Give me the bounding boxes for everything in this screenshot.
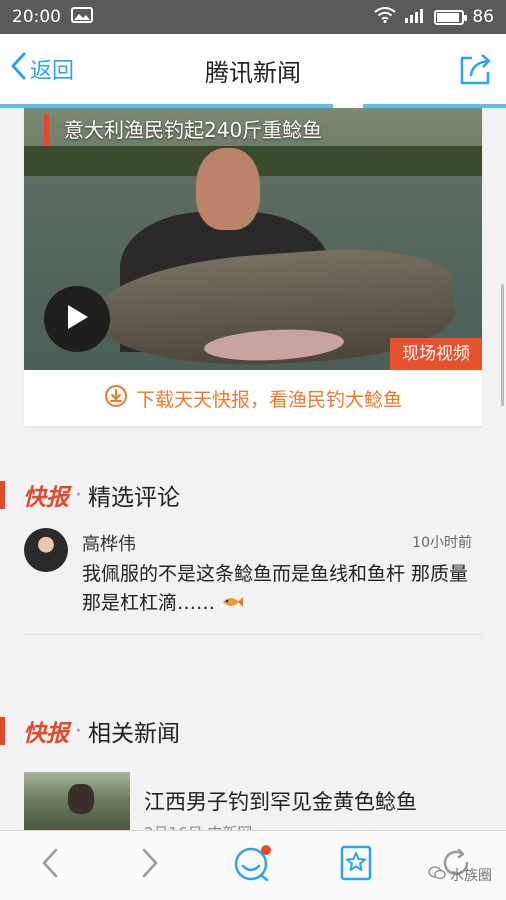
related-heading: 快报 · 相关新闻: [0, 714, 180, 748]
live-video-badge: 现场视频: [390, 338, 482, 370]
nav-bar: 返回 腾讯新闻: [0, 34, 506, 106]
download-app-link[interactable]: 下载天天快报，看渔民钓大鲶鱼: [24, 370, 482, 426]
status-right: 86: [374, 6, 494, 28]
watermark: 水族圈: [428, 865, 492, 885]
fish-emoji-icon: [221, 592, 244, 614]
back-label: 返回: [30, 59, 75, 84]
watermark-text: 水族圈: [450, 868, 492, 884]
share-button[interactable]: [458, 52, 494, 90]
bottom-toolbar: 水族圈: [0, 830, 506, 900]
avatar[interactable]: [24, 528, 68, 572]
image-icon: [71, 6, 93, 28]
screen: 20:00 86 返回 腾讯新闻 意大利渔民钓起240斤重鲶鱼 现场视频 下载天…: [0, 0, 506, 900]
brand-logo: 快报: [23, 484, 69, 511]
back-button[interactable]: 返回: [10, 52, 74, 86]
play-icon: [64, 303, 90, 335]
video-title: 意大利渔民钓起240斤重鲶鱼: [64, 118, 323, 142]
comment-text: 我佩服的不是这条鲶鱼而是鱼线和鱼杆 那质量那是杠杠滴……: [82, 560, 482, 618]
next-button[interactable]: [130, 845, 170, 885]
comment-user[interactable]: 高桦伟: [82, 530, 136, 556]
news-title[interactable]: 江西男子钓到罕见金黄色鲶鱼: [144, 786, 417, 816]
comment-bubble-icon: [231, 842, 273, 888]
battery-level: 86: [472, 7, 494, 27]
favorite-button[interactable]: [336, 845, 376, 885]
comment-time: 10小时前: [412, 535, 472, 551]
battery-icon: [434, 9, 468, 25]
video-card[interactable]: 意大利渔民钓起240斤重鲶鱼 现场视频 下载天天快报，看渔民钓大鲶鱼: [24, 108, 482, 426]
divider: [24, 634, 482, 635]
comment-text-content: 我佩服的不是这条鲶鱼而是鱼线和鱼杆 那质量那是杠杠滴……: [82, 563, 469, 614]
download-icon: [104, 384, 128, 413]
star-bookmark-icon: [340, 845, 372, 885]
news-thumbnail: [24, 772, 130, 832]
status-bar: 20:00 86: [0, 0, 506, 34]
comments-button[interactable]: [232, 845, 272, 885]
wifi-icon: [374, 6, 396, 28]
page-title: 腾讯新闻: [205, 58, 301, 87]
wechat-icon: [428, 866, 446, 884]
scrollbar[interactable]: [501, 284, 504, 406]
comments-heading: 快报 · 精选评论: [0, 478, 180, 512]
status-time: 20:00: [12, 7, 61, 27]
play-button[interactable]: [44, 286, 110, 352]
comments-heading-label: 精选评论: [88, 485, 180, 511]
video-thumbnail[interactable]: 意大利渔民钓起240斤重鲶鱼 现场视频: [24, 108, 482, 370]
prev-button[interactable]: [30, 845, 70, 885]
download-text: 下载天天快报，看渔民钓大鲶鱼: [135, 388, 402, 411]
brand-logo-related: 快报: [23, 720, 69, 747]
signal-icon: [404, 7, 426, 28]
share-icon: [458, 54, 494, 90]
related-news-item[interactable]: 江西男子钓到罕见金黄色鲶鱼 2月16日 中新网: [24, 772, 482, 832]
chevron-left-icon: [41, 848, 59, 882]
related-heading-label: 相关新闻: [88, 721, 180, 747]
video-title-marker: [44, 114, 49, 146]
chevron-left-icon: [10, 52, 26, 86]
chevron-right-icon: [141, 848, 159, 882]
